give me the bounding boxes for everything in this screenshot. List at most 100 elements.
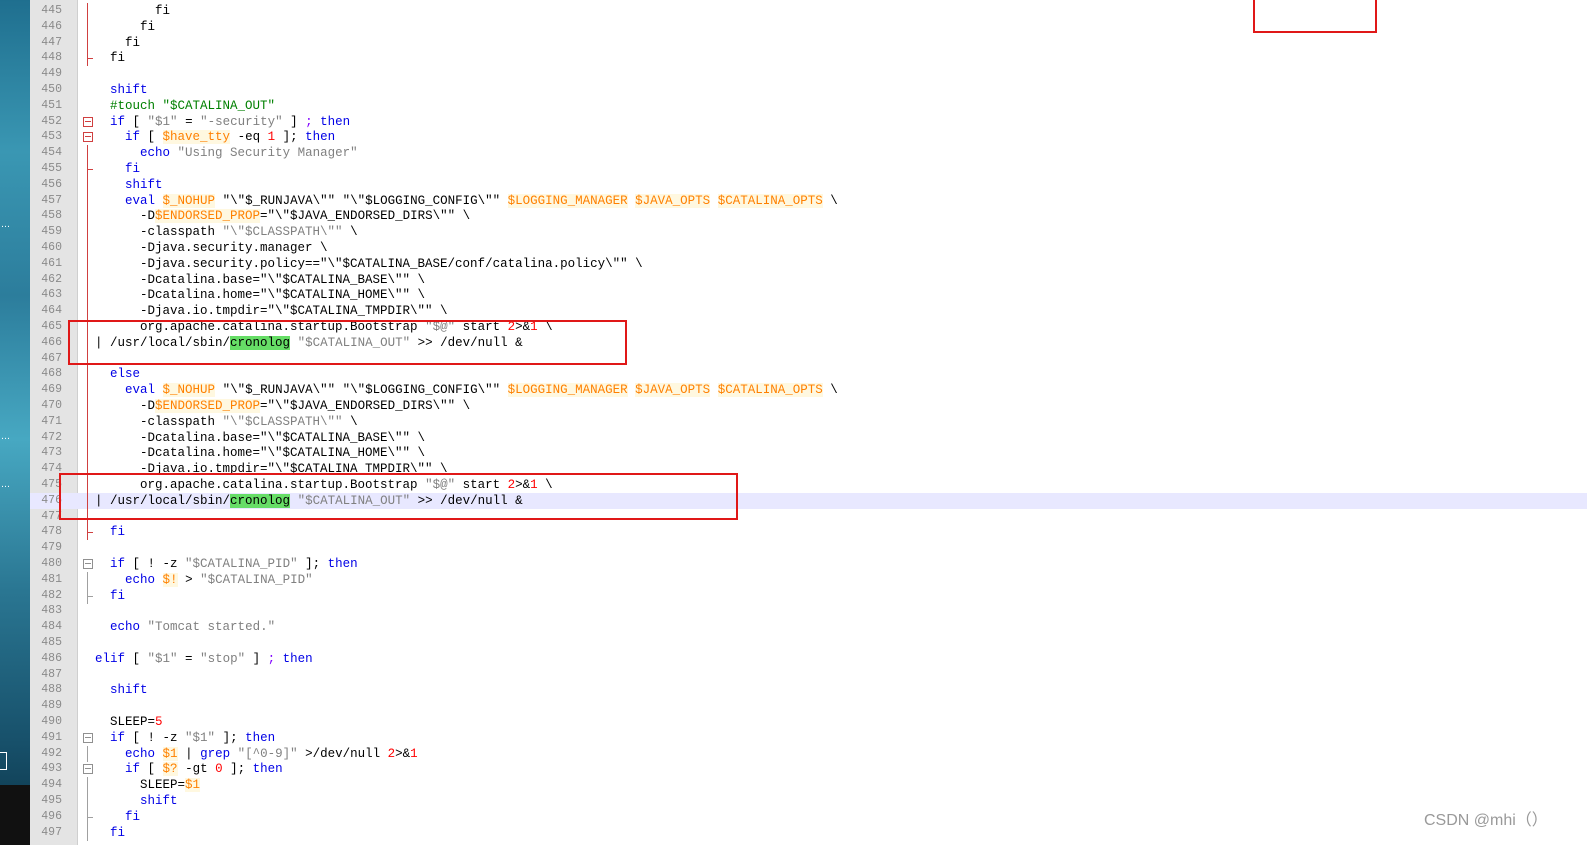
code-editor[interactable]: 445 fi 446 fi 447 fi 448 fi 449 450 shift 451 … bbox=[30, 0, 1587, 845]
line-code: echo $1 | grep "[^0-9]" >/dev/null 2>&1 bbox=[125, 746, 418, 761]
code-line[interactable]: 453 if [ $have_tty -eq 1 ]; then bbox=[30, 129, 1587, 145]
line-code: -Dcatalina.base="\"$CATALINA_BASE\"" \ bbox=[95, 430, 426, 445]
code-line[interactable]: 468 else bbox=[30, 366, 1587, 383]
line-code: -classpath "\"$CLASSPATH\"" \ bbox=[95, 225, 358, 240]
line-code: if [ $have_tty -eq 1 ]; then bbox=[125, 130, 336, 145]
code-line[interactable]: 454 echo "Using Security Manager" bbox=[30, 145, 1587, 162]
fold-guide bbox=[83, 303, 93, 320]
code-line[interactable]: 497 fi bbox=[30, 824, 1587, 841]
line-code: -Dcatalina.home="\"$CATALINA_HOME\"" \ bbox=[95, 288, 426, 303]
code-line[interactable]: 496 fi bbox=[30, 808, 1587, 825]
annotation-box bbox=[68, 320, 627, 365]
code-line[interactable]: 495 shift bbox=[30, 793, 1587, 809]
fold-guide bbox=[83, 271, 93, 288]
code-line[interactable]: 483 bbox=[30, 603, 1587, 619]
fold-guide bbox=[83, 524, 93, 541]
code-line[interactable]: 462 -Dcatalina.base="\"$CATALINA_BASE\""… bbox=[30, 271, 1587, 288]
line-number: 461 bbox=[41, 256, 62, 270]
code-line[interactable]: 482 fi bbox=[30, 587, 1587, 604]
line-number: 467 bbox=[41, 351, 62, 365]
line-code: fi bbox=[110, 588, 126, 603]
fold-guide bbox=[83, 18, 93, 35]
code-line[interactable]: 459 -classpath "\"$CLASSPATH\"" \ bbox=[30, 224, 1587, 241]
line-number: 463 bbox=[41, 288, 62, 302]
fold-toggle-icon[interactable] bbox=[83, 114, 93, 130]
line-number: 470 bbox=[41, 399, 62, 412]
line-number: 497 bbox=[41, 825, 62, 839]
code-line[interactable]: 481 echo $! > "$CATALINA_PID" bbox=[30, 571, 1587, 588]
line-number: 462 bbox=[41, 272, 62, 286]
line-number: 482 bbox=[41, 588, 62, 602]
fold-toggle-icon[interactable] bbox=[83, 730, 93, 746]
code-line[interactable]: 494 SLEEP=$1 bbox=[30, 777, 1587, 794]
code-line[interactable]: 493 if [ $? -gt 0 ]; then bbox=[30, 761, 1587, 777]
code-line[interactable]: 470 -D$ENDORSED_PROP="\"$JAVA_ENDORSED_D… bbox=[30, 398, 1587, 414]
code-line[interactable]: 452 if [ "$1" = "-security" ] ; then bbox=[30, 114, 1587, 130]
line-code: -Dcatalina.base="\"$CATALINA_BASE\"" \ bbox=[95, 272, 426, 287]
line-code: if [ ! -z "$1" ]; then bbox=[110, 730, 276, 745]
line-code: else bbox=[110, 367, 141, 382]
line-code: -classpath "\"$CLASSPATH\"" \ bbox=[95, 414, 358, 429]
line-number: 464 bbox=[41, 304, 62, 318]
line-number: 465 bbox=[41, 320, 62, 333]
desktop-fragment: … bbox=[1, 432, 10, 442]
code-line[interactable]: 456 shift bbox=[30, 176, 1587, 193]
line-number: 496 bbox=[41, 809, 62, 823]
line-number: 469 bbox=[41, 383, 62, 397]
line-code: -D$ENDORSED_PROP="\"$JAVA_ENDORSED_DIRS\… bbox=[95, 399, 471, 413]
fold-guide bbox=[83, 445, 93, 462]
fold-toggle-icon[interactable] bbox=[83, 761, 93, 777]
line-number: 472 bbox=[41, 430, 62, 444]
code-line[interactable]: 463 -Dcatalina.home="\"$CATALINA_HOME\""… bbox=[30, 287, 1587, 304]
desktop-background: … … … bbox=[0, 0, 30, 845]
code-line[interactable]: 487 bbox=[30, 667, 1587, 683]
line-code: SLEEP=5 bbox=[95, 715, 163, 729]
line-code: -Djava.security.policy=="\"$CATALINA_BAS… bbox=[95, 256, 643, 271]
line-number: 481 bbox=[41, 572, 62, 586]
line-number: 491 bbox=[41, 730, 62, 744]
code-line[interactable]: 486 elif [ "$1" = "stop" ] ; then bbox=[30, 651, 1587, 667]
code-line[interactable]: 480 if [ ! -z "$CATALINA_PID" ]; then bbox=[30, 556, 1587, 572]
code-line[interactable]: 458 -D$ENDORSED_PROP="\"$JAVA_ENDORSED_D… bbox=[30, 208, 1587, 225]
code-line[interactable]: 485 bbox=[30, 635, 1587, 651]
code-line[interactable]: 473 -Dcatalina.home="\"$CATALINA_HOME\""… bbox=[30, 445, 1587, 462]
code-line[interactable]: 484 echo "Tomcat started." bbox=[30, 619, 1587, 635]
code-line[interactable]: 490 SLEEP=5 bbox=[30, 714, 1587, 730]
line-number: 484 bbox=[41, 620, 62, 634]
line-code: fi bbox=[125, 35, 141, 50]
code-line[interactable]: 448 fi bbox=[30, 50, 1587, 67]
fold-guide bbox=[83, 413, 93, 430]
line-number: 456 bbox=[41, 177, 62, 191]
line-number: 478 bbox=[41, 525, 62, 539]
code-line[interactable]: 492 echo $1 | grep "[^0-9]" >/dev/null 2… bbox=[30, 745, 1587, 762]
line-code: if [ $? -gt 0 ]; then bbox=[125, 762, 283, 777]
line-number: 473 bbox=[41, 446, 62, 460]
fold-toggle-icon[interactable] bbox=[83, 129, 93, 145]
code-line[interactable]: 479 bbox=[30, 540, 1587, 556]
code-line[interactable]: 447 fi bbox=[30, 34, 1587, 51]
line-number: 487 bbox=[41, 667, 62, 681]
code-line[interactable]: 491 if [ ! -z "$1" ]; then bbox=[30, 730, 1587, 746]
fold-guide bbox=[83, 208, 93, 225]
code-line[interactable]: 461 -Djava.security.policy=="\"$CATALINA… bbox=[30, 255, 1587, 272]
code-line[interactable]: 471 -classpath "\"$CLASSPATH\"" \ bbox=[30, 413, 1587, 430]
code-line[interactable]: 478 fi bbox=[30, 524, 1587, 541]
code-line[interactable]: 450 shift bbox=[30, 82, 1587, 98]
code-line[interactable]: 455 fi bbox=[30, 161, 1587, 177]
taskbar-window-icon[interactable] bbox=[0, 752, 7, 770]
code-line[interactable]: 489 bbox=[30, 698, 1587, 714]
line-code: -Dcatalina.home="\"$CATALINA_HOME\"" \ bbox=[95, 446, 426, 461]
fold-toggle-icon[interactable] bbox=[83, 556, 93, 572]
fold-guide bbox=[83, 398, 93, 414]
code-line[interactable]: 472 -Dcatalina.base="\"$CATALINA_BASE\""… bbox=[30, 429, 1587, 446]
fold-guide bbox=[83, 366, 93, 383]
code-line[interactable]: 469 eval $_NOHUP "\"$_RUNJAVA\"" "\"$LOG… bbox=[30, 382, 1587, 399]
code-line[interactable]: 464 -Djava.io.tmpdir="\"$CATALINA_TMPDIR… bbox=[30, 303, 1587, 320]
fold-guide bbox=[83, 176, 93, 193]
code-line[interactable]: 451 #touch "$CATALINA_OUT" bbox=[30, 98, 1587, 114]
line-number: 459 bbox=[41, 225, 62, 239]
code-line[interactable]: 488 shift bbox=[30, 682, 1587, 698]
code-line[interactable]: 457 eval $_NOHUP "\"$_RUNJAVA\"" "\"$LOG… bbox=[30, 192, 1587, 209]
code-line[interactable]: 460 -Djava.security.manager \ bbox=[30, 240, 1587, 256]
code-line[interactable]: 449 bbox=[30, 66, 1587, 82]
